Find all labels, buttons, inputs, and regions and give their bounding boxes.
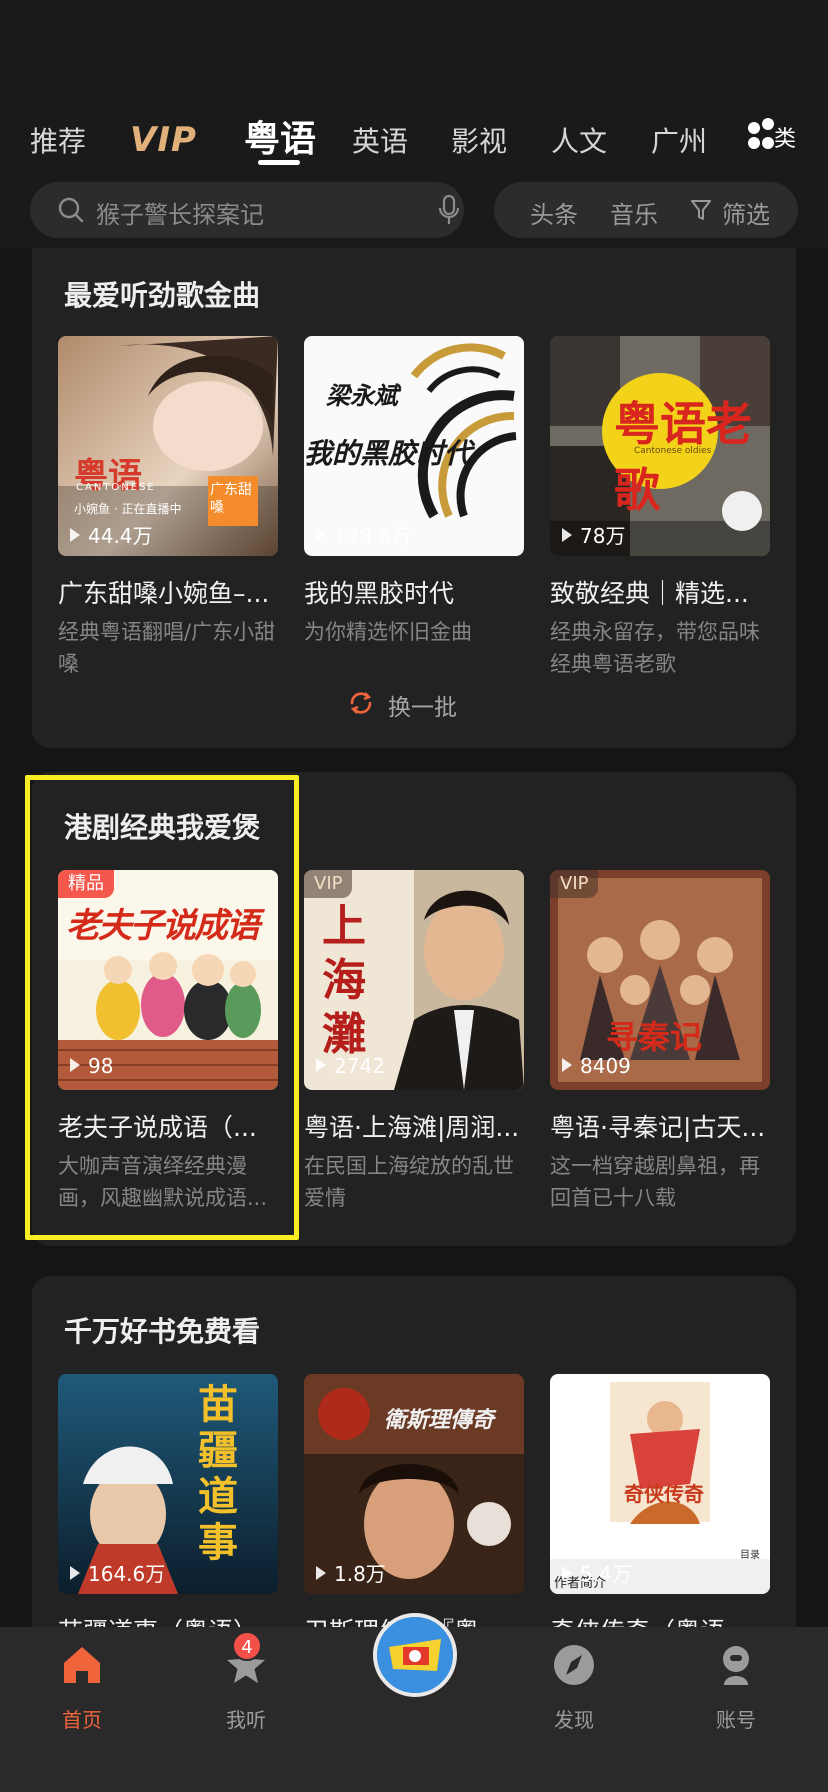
tab-film[interactable]: 影视 xyxy=(451,120,507,160)
tab-guangzhou[interactable]: 广州 xyxy=(651,120,707,160)
play-count: 2742 xyxy=(316,1054,385,1078)
filter-icon xyxy=(691,200,711,220)
play-icon xyxy=(316,528,326,542)
play-count: 178.6万 xyxy=(316,520,411,549)
search-icon xyxy=(58,197,84,223)
play-icon xyxy=(70,1566,80,1580)
album-cover[interactable]: 奇侠传奇 目录 作者简介 5.4万 xyxy=(550,1374,770,1594)
item-title: 广东甜嗓小婉鱼–... xyxy=(58,579,270,608)
section-title: 千万好书免费看 xyxy=(64,1315,261,1348)
item-subtitle: 这一档穿越剧鼻祖，再回首已十八载 xyxy=(550,1154,760,1210)
center-play-icon xyxy=(377,1617,453,1693)
play-icon xyxy=(562,1566,572,1580)
play-count: 78万 xyxy=(562,520,625,549)
play-icon xyxy=(562,1058,572,1072)
item-subtitle: 为你精选怀旧金曲 xyxy=(304,620,472,644)
play-count: 1.8万 xyxy=(316,1558,386,1587)
item-subtitle: 经典永留存，带您品味经典粤语老歌 xyxy=(550,620,760,676)
section-card-hk-drama: 港剧经典我爱煲 精品 老夫子说成语 98 老夫子说成语（... 大咖声音演绎经典… xyxy=(32,772,796,1246)
tab-vip[interactable]: VIP xyxy=(130,120,197,160)
filter-bar: 头条 音乐 筛选 xyxy=(494,182,798,238)
play-icon xyxy=(316,1058,326,1072)
vip-badge: VIP xyxy=(304,870,353,898)
svg-text:类: 类 xyxy=(774,127,796,152)
play-count: 8409 xyxy=(562,1054,631,1078)
album-cover[interactable]: 粤语 CANTONESE 广东甜嗓 小婉鱼 · 正在直播中 44.4万 xyxy=(58,336,278,556)
active-tab-indicator xyxy=(258,160,300,165)
filter-button[interactable]: 筛选 xyxy=(722,195,770,230)
tab-recommend[interactable]: 推荐 xyxy=(30,120,86,160)
top-header: 推荐 VIP 粤语 英语 影视 人文 广州 类 猴子警长探案记 头条 音乐 筛选 xyxy=(0,0,828,248)
refresh-button[interactable]: 换一批 xyxy=(350,688,457,722)
item-title: 我的黑胶时代 xyxy=(304,579,455,608)
item-subtitle: 大咖声音演绎经典漫画，风趣幽默说成语... xyxy=(58,1154,268,1210)
play-count: 5.4万 xyxy=(562,1558,632,1587)
item-title: 粤语·寻秦记|古天... xyxy=(550,1113,766,1142)
play-icon xyxy=(316,1566,326,1580)
play-count: 98 xyxy=(70,1054,113,1078)
album-cover[interactable]: VIP 寻秦记 8409 xyxy=(550,870,770,1090)
section-title: 最爱听劲歌金曲 xyxy=(64,279,261,312)
play-icon xyxy=(70,528,80,542)
album-cover[interactable]: 衛斯理傳奇 1.8万 xyxy=(304,1374,524,1594)
account-icon xyxy=(723,1646,749,1685)
item-title: 老夫子说成语（... xyxy=(58,1113,257,1142)
item-subtitle: 经典粤语翻唱/广东小甜嗓 xyxy=(58,620,276,676)
section-title: 港剧经典我爱煲 xyxy=(64,811,261,844)
play-count: 44.4万 xyxy=(70,520,153,549)
bottom-navigation: 首页 我听 4 发现 账号 xyxy=(0,1613,828,1792)
section-card-favorite-songs: 最爱听劲歌金曲 粤语 CANTONESE 广东甜嗓 小婉鱼 · 正在直播中 44… xyxy=(32,248,796,748)
center-play-button[interactable] xyxy=(373,1613,457,1697)
item-title: 粤语·上海滩|周润... xyxy=(304,1113,520,1142)
item-subtitle: 在民国上海绽放的乱世爱情 xyxy=(304,1154,514,1210)
item-title: 致敬经典｜精选... xyxy=(550,579,749,608)
album-cover[interactable]: 精品 老夫子说成语 98 xyxy=(58,870,278,1090)
compass-icon xyxy=(554,1645,594,1685)
category-tabs: 推荐 VIP 粤语 英语 影视 人文 广州 xyxy=(0,0,828,180)
microphone-icon[interactable] xyxy=(438,194,460,226)
album-cover[interactable]: VIP 上海灘 2742 xyxy=(304,870,524,1090)
play-icon xyxy=(70,1058,80,1072)
play-count: 164.6万 xyxy=(70,1558,165,1587)
filter-music[interactable]: 音乐 xyxy=(610,195,658,230)
album-cover[interactable]: 粤语老歌 Cantonese oldies 78万 xyxy=(550,336,770,556)
album-cover[interactable]: 苗疆道事 164.6万 xyxy=(58,1374,278,1594)
notification-badge: 4 xyxy=(232,1631,262,1661)
refresh-icon xyxy=(350,692,372,714)
category-more-icon[interactable]: 类 xyxy=(744,116,796,156)
home-icon xyxy=(64,1647,100,1683)
vip-badge: VIP xyxy=(550,870,599,898)
search-bar[interactable]: 猴子警长探案记 xyxy=(30,182,464,238)
search-input[interactable]: 猴子警长探案记 xyxy=(96,195,264,230)
tab-cantonese[interactable]: 粤语 xyxy=(244,110,316,162)
album-cover[interactable]: 梁永斌 我的黑胶时代 178.6万 xyxy=(304,336,524,556)
play-icon xyxy=(562,528,572,542)
filter-headlines[interactable]: 头条 xyxy=(530,195,578,230)
premium-badge: 精品 xyxy=(58,870,114,898)
tab-humanities[interactable]: 人文 xyxy=(551,120,607,160)
tab-english[interactable]: 英语 xyxy=(352,120,408,160)
